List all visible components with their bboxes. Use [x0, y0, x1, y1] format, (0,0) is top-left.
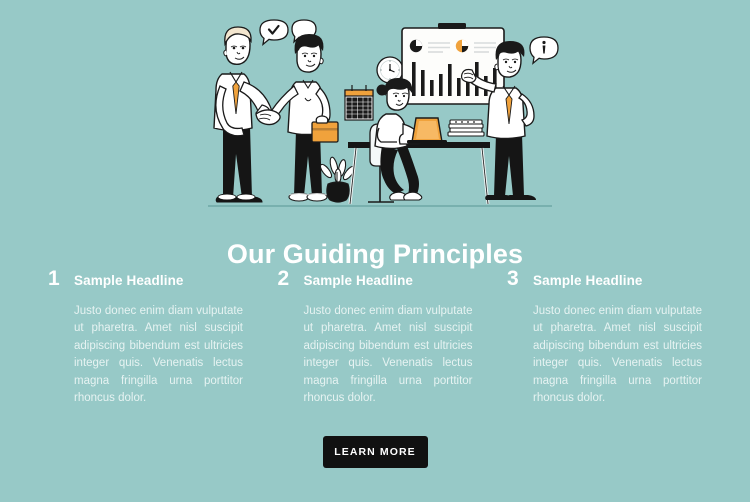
principle-number-2: 2 [277, 267, 290, 290]
principle-column-1: 1 Sample Headline Justo donec enim diam … [48, 268, 243, 419]
stacked-books [447, 119, 485, 137]
principle-column-2: 2 Sample Headline Justo donec enim diam … [278, 268, 473, 419]
wall-calendar-icon [344, 85, 374, 121]
principle-column-3: 3 Sample Headline Justo donec enim diam … [507, 268, 702, 419]
board-pie-chart-orange [455, 39, 469, 53]
page-title: Our Guiding Principles [226, 239, 524, 270]
plant-pot [326, 181, 350, 203]
principle-title-2: Sample Headline [303, 273, 414, 288]
principles-columns: 1 Sample Headline Justo donec enim diam … [48, 268, 702, 419]
principle-number-3: 3 [507, 267, 519, 290]
principle-title-1: Sample Headline [74, 273, 184, 288]
speech-bubble-exclaim [529, 36, 559, 65]
learn-more-button[interactable]: LEARN MORE [322, 436, 428, 468]
board-pie-chart-dark [409, 39, 423, 53]
principle-body-1: Justo donec enim diam vulputate ut phare… [74, 305, 243, 405]
cta-container: LEARN MORE [0, 436, 750, 468]
principle-header-2: 2 Sample Headline [278, 268, 473, 289]
orange-folder [311, 121, 339, 143]
speech-bubble-check [259, 19, 289, 47]
hero-illustration [200, 6, 560, 211]
principle-body-2: Justo donec enim diam vulputate ut phare… [303, 305, 473, 405]
principle-body-3: Justo donec enim diam vulputate ut phare… [533, 305, 702, 405]
principle-number-1: 1 [48, 267, 60, 290]
landing-page-section: Our Guiding Principles 1 Sample Headline… [0, 0, 750, 502]
principle-title-3: Sample Headline [533, 273, 643, 288]
principle-header-3: 3 Sample Headline [507, 268, 702, 289]
presentation-board [401, 23, 505, 105]
handshake-hands [255, 109, 281, 126]
principle-header-1: 1 Sample Headline [48, 268, 243, 289]
